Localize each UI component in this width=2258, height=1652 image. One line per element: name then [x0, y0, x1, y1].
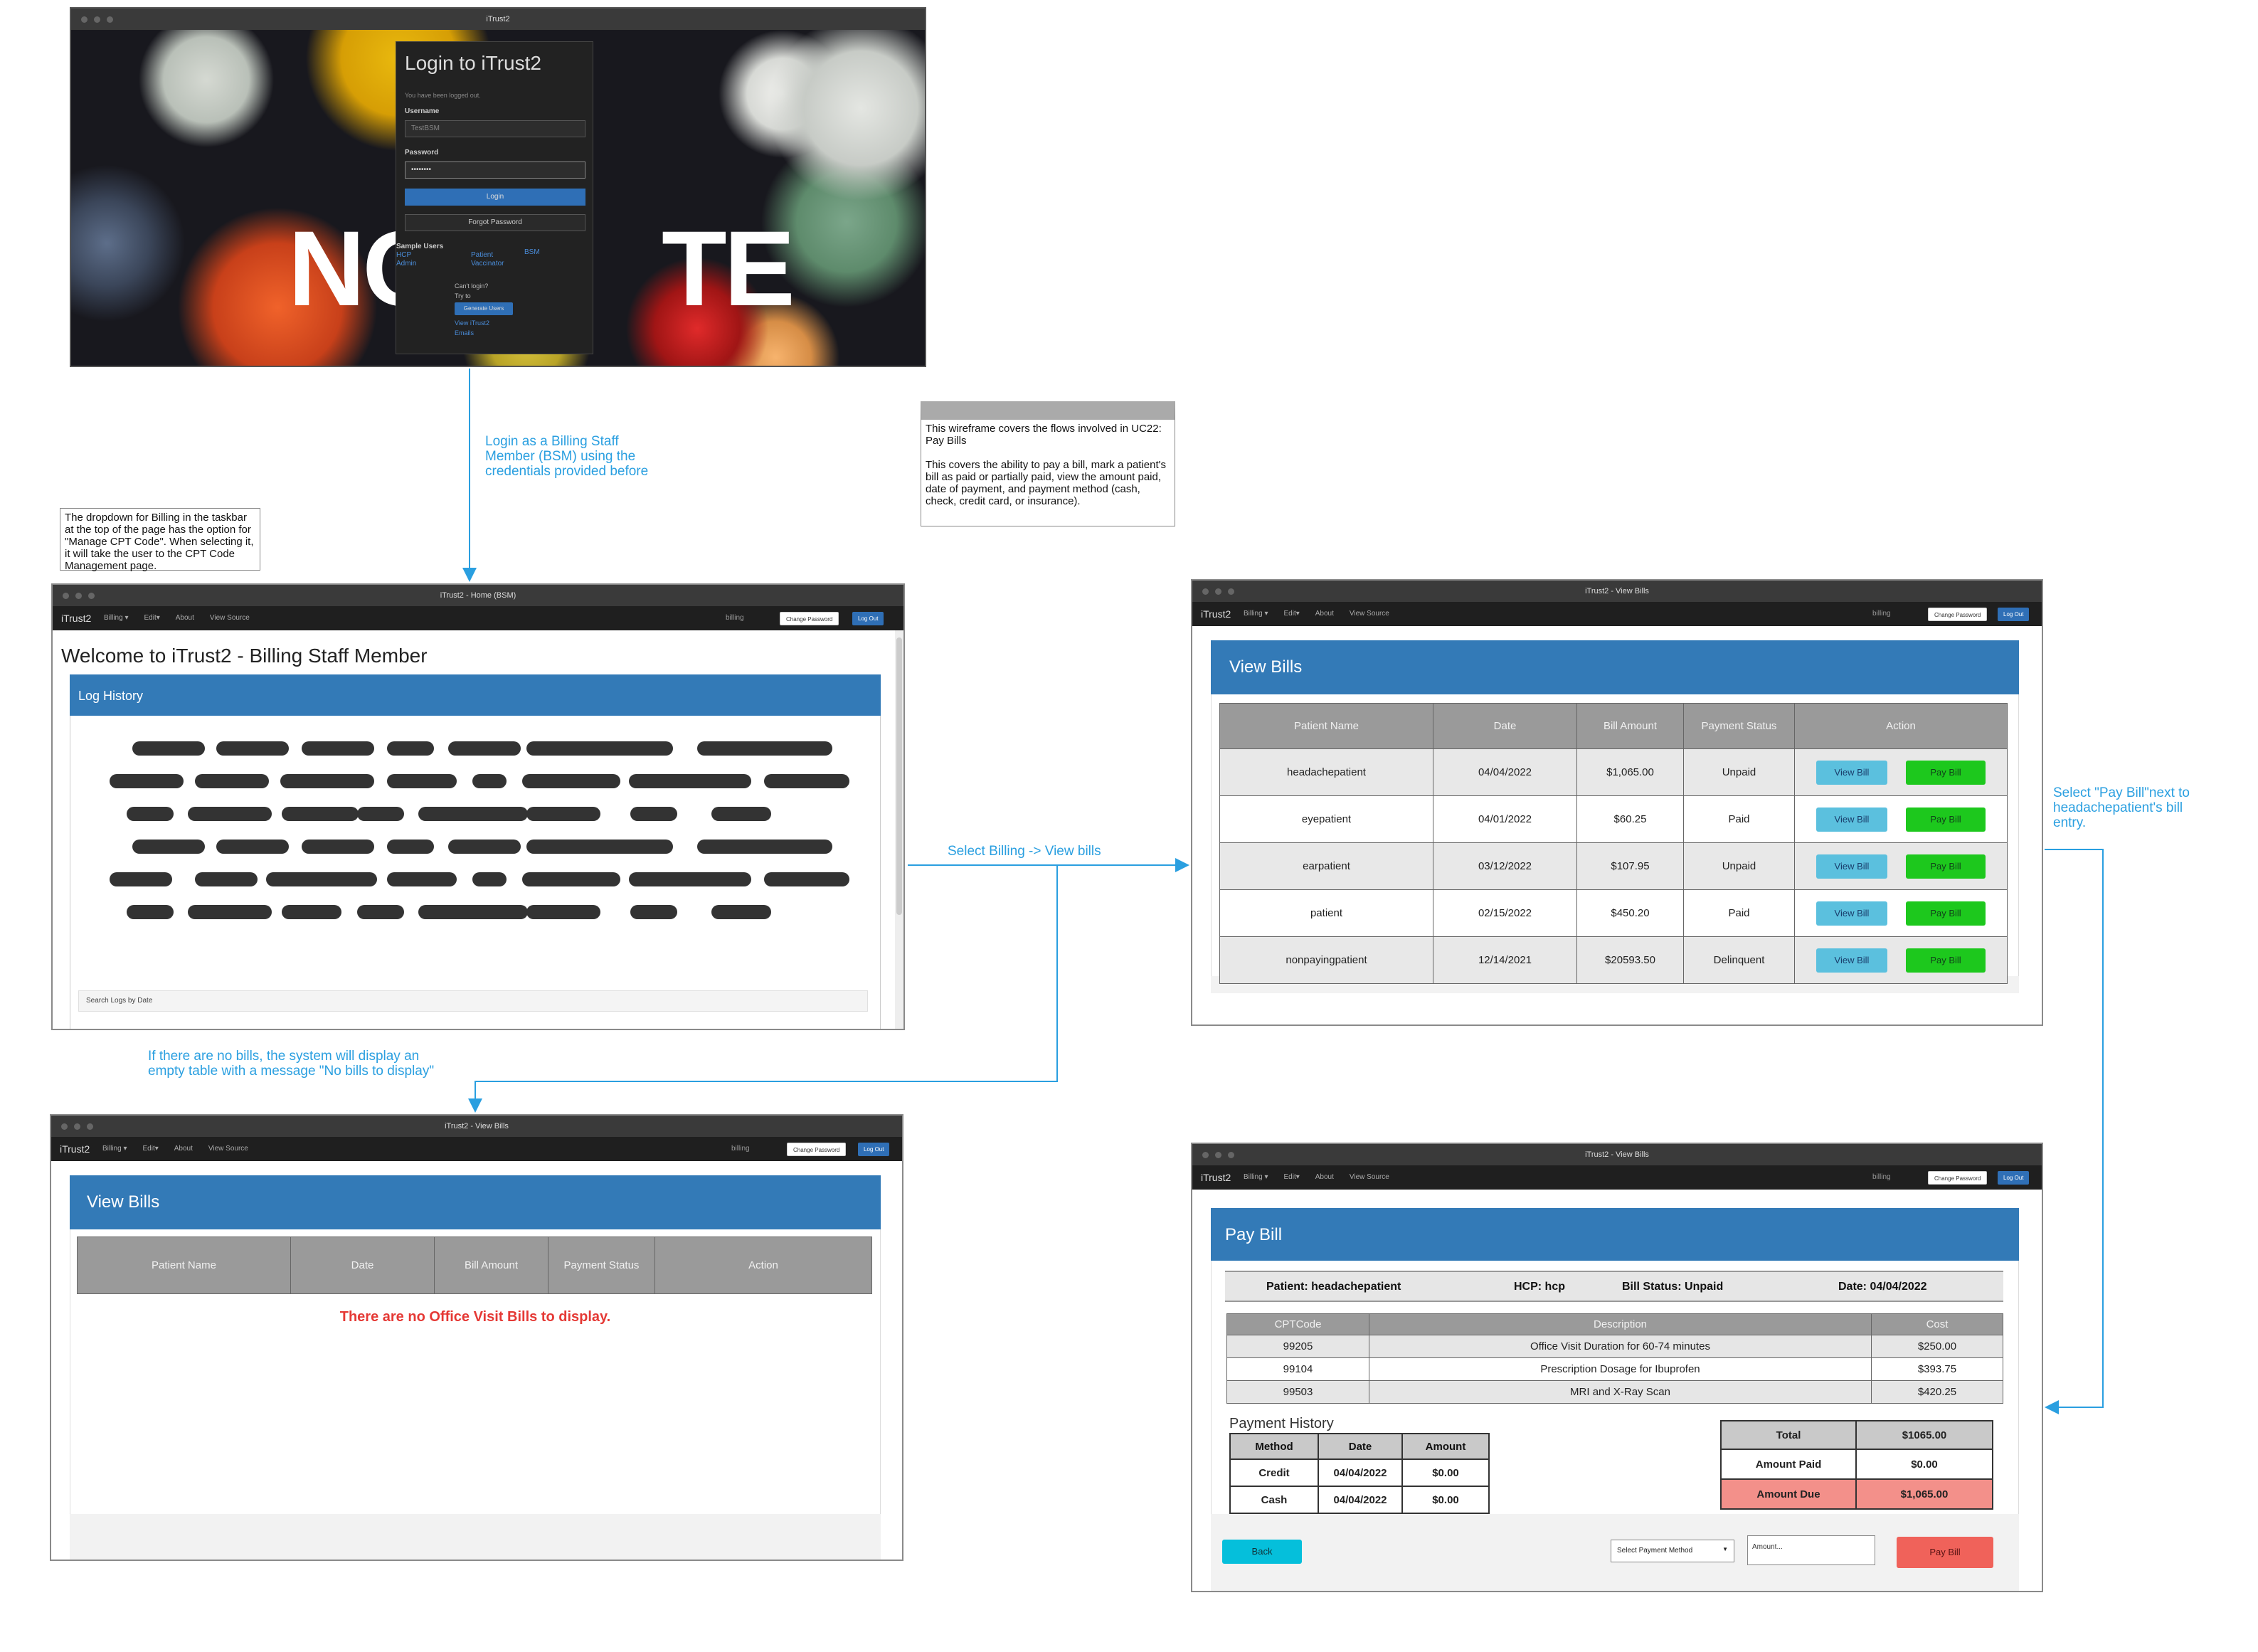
arrow-to-empty-bills — [468, 865, 1058, 1113]
arrow-bills-to-pay — [2045, 849, 2104, 1414]
flow-arrows — [462, 369, 2104, 1414]
